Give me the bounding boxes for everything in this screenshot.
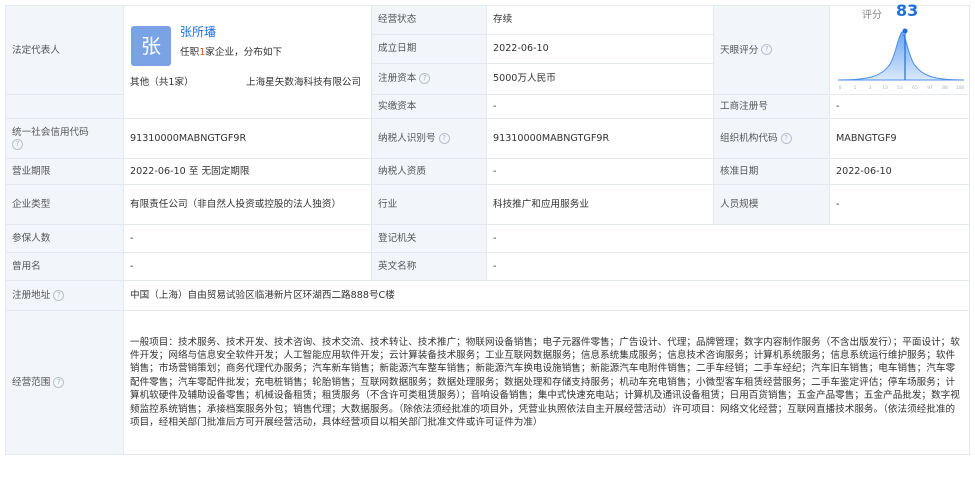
insured-label: 参保人数 (5, 224, 124, 253)
industry-value: 科技推广和应用服务业 (486, 184, 714, 225)
company-info-table: 法定代表人 张 张所璠 任职1家企业，分布如下 其他（共1家） 上海星矢数海科技… (5, 3, 970, 455)
credit-code-value: 91310000MABNGTGF9R (123, 118, 372, 159)
taxpayer-id-label-cell: 纳税人识别号? (371, 118, 487, 159)
org-code-label-cell: 组织机构代码? (713, 118, 830, 159)
score-distribution-chart: 0 1 3 13 53 65 97 88 100 (837, 28, 965, 91)
org-code-value: MABNGTGF9 (829, 118, 970, 159)
address-value: 中国（上海）自由贸易试验区临港新片区环湖西二路888号C楼 (123, 280, 970, 311)
reg-no-label: 工商注册号 (713, 94, 830, 119)
help-icon[interactable]: ? (12, 139, 23, 150)
approve-date-label: 核准日期 (713, 158, 830, 185)
legal-rep-summary: 任职1家企业，分布如下 (180, 47, 283, 58)
english-name-value: - (486, 252, 970, 281)
status-label: 经营状态 (371, 5, 487, 35)
term-label: 营业期限 (5, 158, 124, 185)
reg-no-value: - (829, 94, 970, 119)
score-marker-dot (902, 28, 908, 34)
capital-value: 5000万人民币 (486, 62, 714, 96)
address-label-cell: 注册地址? (5, 280, 124, 311)
score-label-cell: 天眼评分? (713, 5, 830, 95)
tax-quality-value: - (486, 158, 714, 185)
former-name-label: 曾用名 (5, 252, 124, 281)
company-type-label: 企业类型 (5, 184, 124, 225)
founded-value: 2022-06-10 (486, 33, 714, 64)
scope-label-cell: 经营范围? (5, 310, 124, 455)
scale-tick-label: 65 (912, 85, 918, 91)
english-name-label: 英文名称 (371, 252, 487, 281)
scale-tick-label: 13 (882, 85, 888, 91)
distribution-curve (837, 31, 965, 81)
term-value: 2022-06-10 至 无固定期限 (123, 158, 372, 185)
authority-value: - (486, 224, 970, 253)
help-icon[interactable]: ? (761, 44, 773, 55)
scale-tick-label: 88 (942, 85, 948, 91)
capital-label-cell: 注册资本? (371, 62, 487, 96)
paid-capital-value: - (486, 94, 714, 119)
blank-label (5, 94, 124, 119)
staff-size-label: 人员规模 (713, 184, 830, 225)
status-value: 存续 (486, 5, 714, 35)
legal-rep-cell: 张 张所璠 任职1家企业，分布如下 其他（共1家） 上海星矢数海科技有限公司 (123, 5, 372, 119)
insured-value: - (123, 224, 372, 253)
scale-tick-label: 3 (869, 85, 872, 91)
business-scope-value: 一般项目：技术服务、技术开发、技术咨询、技术交流、技术转让、技术推广；物联网设备… (123, 310, 970, 455)
scale-tick-label: 100 (956, 85, 965, 91)
authority-label: 登记机关 (371, 224, 487, 253)
score-chart-cell[interactable]: 评分 83 0 1 3 13 53 65 97 88 100 (829, 3, 970, 95)
staff-size-value: - (829, 184, 970, 225)
former-name-value: - (123, 252, 372, 281)
help-icon[interactable]: ? (53, 376, 65, 388)
help-icon[interactable]: ? (438, 132, 450, 144)
help-icon[interactable]: ? (53, 289, 65, 301)
scale-tick-label: 1 (854, 85, 857, 91)
taxpayer-id-value: 91310000MABNGTGF9R (486, 118, 714, 159)
scale-tick-label: 97 (927, 85, 933, 91)
industry-label: 行业 (371, 184, 487, 225)
founded-label: 成立日期 (371, 33, 487, 64)
help-icon[interactable]: ? (419, 72, 431, 84)
legal-rep-label: 法定代表人 (5, 5, 124, 95)
other-companies-label: 其他（共1家） (130, 77, 194, 88)
scale-tick-label: 53 (897, 85, 903, 91)
scale-tick-label: 0 (839, 85, 842, 91)
tax-quality-label: 纳税人资质 (371, 158, 487, 185)
credit-code-label-cell: 统一社会信用代码? (5, 118, 124, 159)
help-icon[interactable]: ? (780, 132, 792, 144)
paid-capital-label: 实缴资本 (371, 94, 487, 119)
company-info-table-container: 法定代表人 张 张所璠 任职1家企业，分布如下 其他（共1家） 上海星矢数海科技… (5, 3, 970, 455)
related-company-link[interactable]: 上海星矢数海科技有限公司 (246, 76, 366, 89)
legal-rep-name-link[interactable]: 张所璠 (180, 26, 216, 39)
approve-date-value: 2022-06-10 (829, 158, 970, 185)
avatar: 张 (131, 26, 171, 66)
company-type-value: 有限责任公司（非自然人投资或控股的法人独资） (123, 184, 372, 225)
scale-ticks: 0 1 3 13 53 65 97 88 100 (839, 85, 965, 91)
